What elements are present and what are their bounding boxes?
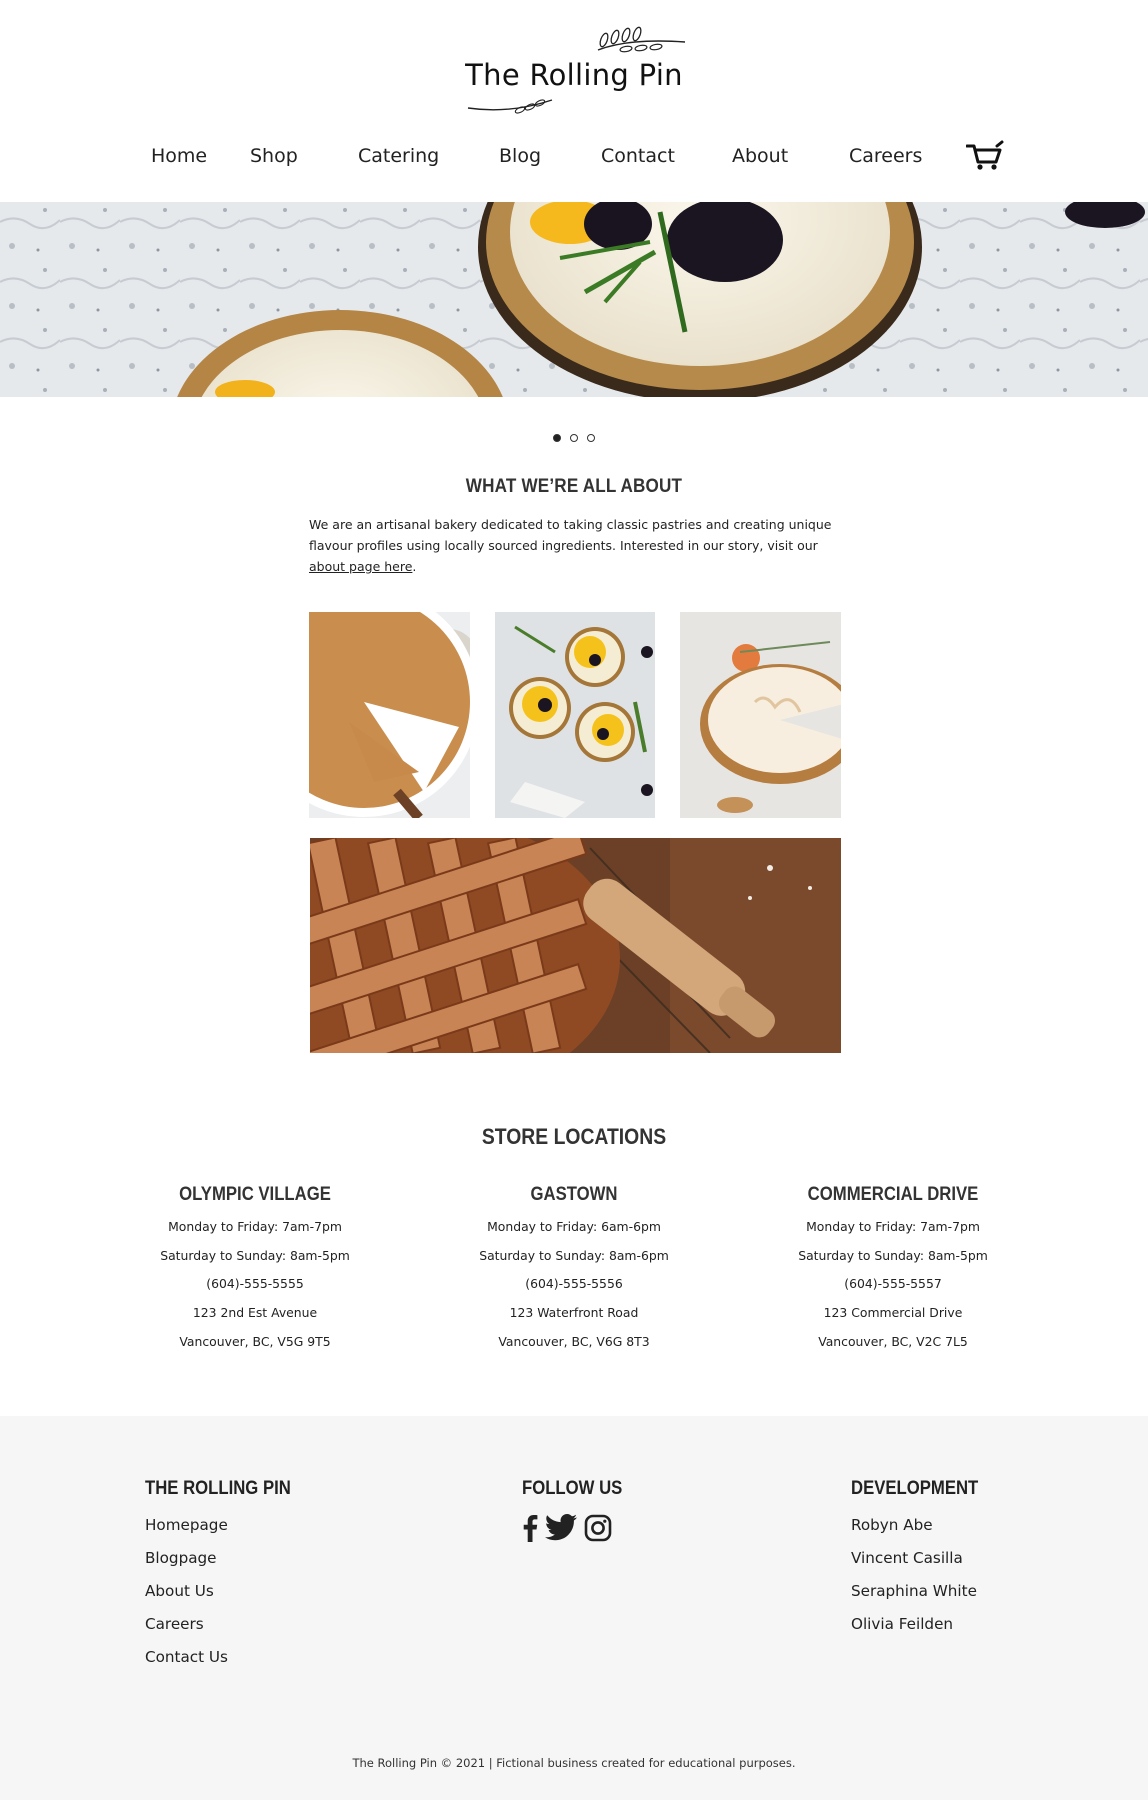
store-hours-weekend: Saturday to Sunday: 8am-5pm bbox=[160, 1247, 350, 1263]
footer-link-about-us[interactable]: About Us bbox=[145, 1580, 311, 1613]
about-heading: WHAT WE’RE ALL ABOUT bbox=[465, 476, 683, 497]
store-commercial-drive: COMMERCIAL DRIVE Monday to Friday: 7am-7… bbox=[733, 1184, 1053, 1356]
store-city: Vancouver, BC, V5G 9T5 bbox=[179, 1333, 331, 1349]
nav-home[interactable]: Home bbox=[151, 145, 207, 167]
site-footer: THE ROLLING PIN Homepage Blogpage About … bbox=[0, 1416, 1148, 1800]
about-paragraph: We are an artisanal bakery dedicated to … bbox=[309, 514, 849, 577]
store-gastown: GASTOWN Monday to Friday: 6am-6pm Saturd… bbox=[414, 1184, 734, 1356]
store-name: COMMERCIAL DRIVE bbox=[807, 1184, 979, 1205]
store-phone: (604)-555-5556 bbox=[525, 1276, 623, 1292]
footer-heading: THE ROLLING PIN bbox=[145, 1478, 291, 1499]
store-city: Vancouver, BC, V6G 8T3 bbox=[498, 1333, 650, 1349]
store-hours-weekend: Saturday to Sunday: 8am-5pm bbox=[798, 1247, 988, 1263]
footer-link-homepage[interactable]: Homepage bbox=[145, 1514, 311, 1547]
about-page-link[interactable]: about page here bbox=[309, 559, 412, 574]
nav-about[interactable]: About bbox=[732, 145, 788, 167]
store-hours-weekday: Monday to Friday: 7am-7pm bbox=[806, 1219, 980, 1234]
about-text-end: . bbox=[412, 559, 417, 574]
footer-dev-name[interactable]: Seraphina White bbox=[851, 1580, 996, 1613]
social-icons bbox=[522, 1514, 636, 1542]
instagram-icon[interactable] bbox=[584, 1514, 612, 1542]
footer-link-careers[interactable]: Careers bbox=[145, 1613, 311, 1646]
nav-shop[interactable]: Shop bbox=[250, 145, 298, 167]
lemon-tarts-photo bbox=[495, 612, 655, 818]
footer-link-contact-us[interactable]: Contact Us bbox=[145, 1646, 311, 1679]
footer-col-development: DEVELOPMENT Robyn Abe Vincent Casilla Se… bbox=[851, 1478, 996, 1646]
store-phone: (604)-555-5557 bbox=[844, 1276, 942, 1292]
store-city: Vancouver, BC, V2C 7L5 bbox=[818, 1333, 968, 1349]
nav-catering[interactable]: Catering bbox=[358, 145, 439, 167]
footer-dev-name[interactable]: Olivia Feilden bbox=[851, 1613, 996, 1646]
footer-dev-name[interactable]: Vincent Casilla bbox=[851, 1547, 996, 1580]
slider-dots bbox=[0, 434, 1148, 442]
store-phone: (604)-555-5555 bbox=[206, 1276, 304, 1292]
nav-contact[interactable]: Contact bbox=[601, 145, 675, 167]
store-hours-weekday: Monday to Friday: 6am-6pm bbox=[487, 1219, 661, 1234]
lattice-pie-photo bbox=[310, 838, 841, 1053]
copyright-text: The Rolling Pin © 2021 | Fictional busin… bbox=[352, 1756, 796, 1770]
footer-heading: FOLLOW US bbox=[522, 1478, 623, 1499]
store-name: GASTOWN bbox=[530, 1184, 618, 1205]
shopping-cart-icon[interactable] bbox=[966, 140, 1004, 172]
slider-dot-2[interactable] bbox=[570, 434, 578, 442]
store-locations-heading: STORE LOCATIONS bbox=[481, 1124, 667, 1149]
nav-careers[interactable]: Careers bbox=[849, 145, 922, 167]
store-street: 123 Commercial Drive bbox=[823, 1305, 963, 1321]
store-name: OLYMPIC VILLAGE bbox=[179, 1184, 331, 1205]
footer-heading: DEVELOPMENT bbox=[851, 1478, 979, 1499]
about-text: We are an artisanal bakery dedicated to … bbox=[309, 517, 832, 553]
pumpkin-pie-photo bbox=[309, 612, 470, 818]
store-street: 123 Waterfront Road bbox=[509, 1305, 639, 1321]
footer-link-blogpage[interactable]: Blogpage bbox=[145, 1547, 311, 1580]
site-logo[interactable]: The Rolling Pin bbox=[0, 22, 1148, 122]
footer-col-follow-us: FOLLOW US bbox=[522, 1478, 636, 1542]
facebook-icon[interactable] bbox=[522, 1514, 538, 1542]
slider-dot-1[interactable] bbox=[553, 434, 561, 442]
nav-blog[interactable]: Blog bbox=[499, 145, 541, 167]
store-hours-weekend: Saturday to Sunday: 8am-6pm bbox=[479, 1247, 669, 1263]
meringue-pie-photo bbox=[680, 612, 841, 818]
logo-text: The Rolling Pin bbox=[465, 58, 683, 92]
slider-dot-3[interactable] bbox=[587, 434, 595, 442]
store-street: 123 2nd Est Avenue bbox=[192, 1305, 318, 1321]
twitter-icon[interactable] bbox=[544, 1514, 578, 1542]
hero-banner-image bbox=[0, 202, 1148, 397]
store-hours-weekday: Monday to Friday: 7am-7pm bbox=[168, 1219, 342, 1234]
footer-col-rolling-pin: THE ROLLING PIN Homepage Blogpage About … bbox=[145, 1478, 311, 1679]
footer-dev-name[interactable]: Robyn Abe bbox=[851, 1514, 996, 1547]
store-olympic-village: OLYMPIC VILLAGE Monday to Friday: 7am-7p… bbox=[95, 1184, 415, 1356]
